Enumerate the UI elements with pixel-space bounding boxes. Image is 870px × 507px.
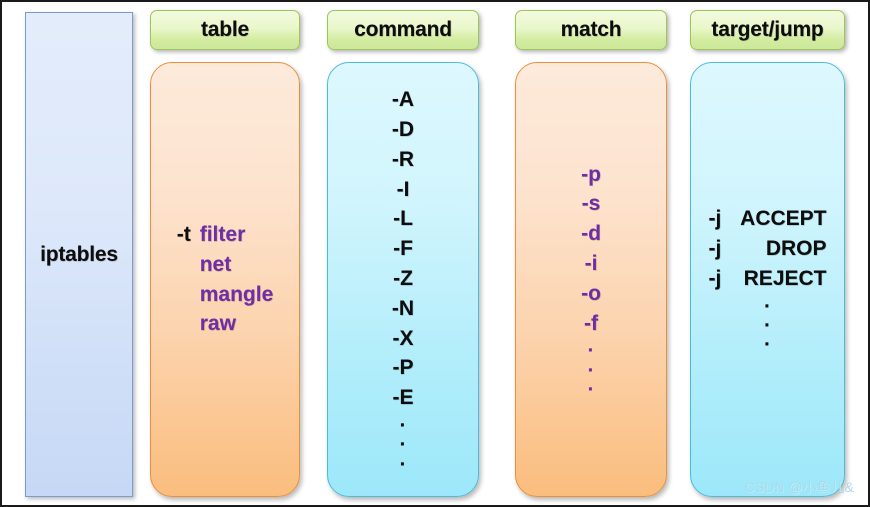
table-value-list: filter net mangle raw — [200, 220, 274, 339]
column-header-label: command — [354, 18, 452, 41]
column-body-target-jump: -j ACCEPT -j DROP -j REJECT · · · — [690, 62, 845, 497]
target-flag: -j — [708, 266, 722, 290]
column-body-table: -t filter net mangle raw — [150, 62, 300, 497]
iptables-structure-diagram: iptables table -t filter net mangle raw … — [0, 0, 870, 507]
column-match: match -p -s -d -i -o -f · · · — [515, 2, 667, 505]
list-item: -j ACCEPT — [709, 204, 827, 234]
command-option-list: -A -D -R -I -L -F -Z -N -X -P -E · · · — [391, 85, 415, 476]
list-item: -F — [393, 237, 413, 261]
list-item: -A — [391, 88, 415, 112]
list-item: -E — [392, 386, 414, 410]
list-item: -L — [393, 207, 413, 231]
ellipsis-dot: · — [764, 333, 771, 357]
target-flag: -j — [708, 207, 722, 231]
target-flag: -j — [708, 237, 722, 261]
list-item: mangle — [199, 282, 274, 306]
table-flag: -t — [176, 222, 191, 246]
list-item: -D — [391, 117, 415, 141]
target-value: ACCEPT — [740, 207, 827, 231]
ellipsis-dot: · — [399, 452, 407, 476]
list-item: -P — [392, 356, 414, 380]
column-body-match: -p -s -d -i -o -f · · · — [515, 62, 667, 497]
column-header-command: command — [327, 10, 479, 50]
column-target-jump: target/jump -j ACCEPT -j DROP -j REJECT … — [690, 2, 845, 505]
list-item: -I — [396, 177, 410, 201]
ellipsis-dot: · — [587, 339, 595, 363]
column-header-match: match — [515, 10, 667, 50]
list-item: -f — [583, 311, 598, 335]
list-item: -X — [392, 326, 414, 350]
table-option-list: -t filter net mangle raw — [177, 220, 274, 339]
column-header-target-jump: target/jump — [690, 10, 845, 50]
column-header-label: target/jump — [711, 18, 824, 41]
vertical-ellipsis-icon: · · · — [764, 294, 771, 357]
root-node-iptables: iptables — [25, 12, 133, 497]
watermark: CSDN @小鱼儿& — [744, 479, 854, 495]
list-item: -d — [581, 222, 601, 246]
ellipsis-dot: · — [587, 378, 595, 402]
ellipsis-dot: · — [399, 433, 407, 457]
list-item: -s — [581, 192, 601, 216]
target-option-list: -j ACCEPT -j DROP -j REJECT · · · — [709, 204, 827, 357]
vertical-ellipsis-icon: · · · — [587, 338, 595, 402]
column-table: table -t filter net mangle raw — [150, 2, 300, 505]
target-value: DROP — [765, 237, 827, 261]
root-node-label: iptables — [40, 242, 118, 266]
column-body-command: -A -D -R -I -L -F -Z -N -X -P -E · · · — [327, 62, 479, 497]
column-header-table: table — [150, 10, 300, 50]
column-header-label: match — [560, 18, 622, 41]
list-item: -p — [581, 162, 601, 186]
list-item: raw — [199, 312, 236, 336]
list-item: -i — [584, 252, 598, 276]
list-item: -Z — [393, 266, 413, 290]
match-option-list: -p -s -d -i -o -f · · · — [581, 160, 601, 402]
column-header-label: table — [200, 18, 249, 41]
list-item: net — [199, 252, 232, 276]
vertical-ellipsis-icon: · · · — [399, 413, 407, 476]
list-item: -j REJECT — [709, 264, 827, 294]
column-command: command -A -D -R -I -L -F -Z -N -X -P -E… — [327, 2, 479, 505]
list-item: filter — [199, 222, 246, 246]
list-item: -o — [581, 281, 601, 305]
target-value: REJECT — [743, 266, 827, 290]
list-item: -N — [391, 296, 415, 320]
list-item: -j DROP — [709, 234, 827, 264]
list-item: -R — [391, 147, 415, 171]
